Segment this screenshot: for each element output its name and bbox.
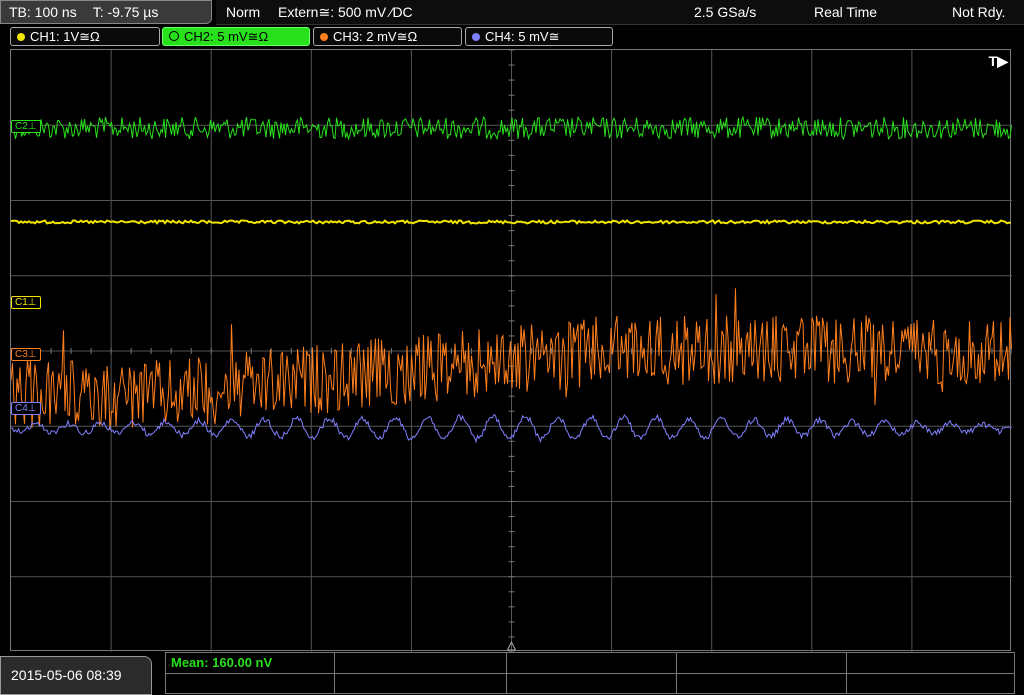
measurement-cell-divider	[676, 653, 677, 673]
timebase-label: TB: 100 ns	[9, 4, 77, 20]
measurement-cell-divider	[846, 674, 847, 693]
trigger-source[interactable]: Extern≅: 500 mV ⁄DC	[278, 0, 413, 24]
measurement-cell-divider	[676, 674, 677, 693]
ch2-dot-icon	[169, 31, 179, 41]
top-status-bar: TB: 100 ns T: -9.75 µs Norm Extern≅: 500 …	[0, 0, 1024, 26]
ch4-label: CH4: 5 mV≅	[485, 29, 560, 44]
ch4-dot-icon	[472, 33, 480, 41]
tab-ch3[interactable]: CH3: 2 mV≅Ω	[313, 27, 462, 46]
mean-measurement[interactable]: Mean: 160.00 nV	[171, 655, 272, 670]
tab-ch4[interactable]: CH4: 5 mV≅	[465, 27, 613, 46]
ch1-label: CH1: 1V≅Ω	[30, 29, 100, 44]
ch2-label: CH2: 5 mV≅Ω	[184, 29, 269, 44]
trigger-position-indicator: T▶	[988, 53, 1008, 69]
trigger-time-label: T: -9.75 µs	[92, 4, 159, 20]
tab-ch2[interactable]: CH2: 5 mV≅Ω	[162, 27, 310, 46]
datetime-display: 2015-05-06 08:39	[0, 656, 152, 695]
ch4-offset-marker[interactable]: C4⊥	[11, 402, 41, 415]
waveform-canvas	[11, 50, 1012, 652]
ch1-offset-marker[interactable]: C1⊥	[11, 296, 41, 309]
measurement-row-2	[165, 674, 1015, 694]
trigger-mode[interactable]: Norm	[226, 0, 260, 24]
ch3-dot-icon	[320, 33, 328, 41]
measurement-cell-divider	[506, 653, 507, 673]
waveform-display[interactable]	[10, 49, 1012, 652]
ready-status: Not Rdy.	[952, 4, 1006, 20]
measurement-cell-divider	[506, 674, 507, 693]
timebase-box[interactable]: TB: 100 ns T: -9.75 µs	[0, 0, 212, 24]
sample-rate: 2.5 GSa/s	[694, 4, 757, 20]
acquisition-mode: Real Time	[814, 4, 878, 20]
measurement-cell-divider	[334, 653, 335, 673]
tab-ch1[interactable]: CH1: 1V≅Ω	[10, 27, 160, 46]
ch3-label: CH3: 2 mV≅Ω	[333, 29, 418, 44]
ch3-offset-marker[interactable]: C3⊥	[11, 348, 41, 361]
measurement-cell-divider	[334, 674, 335, 693]
measurement-cell-divider	[846, 653, 847, 673]
ch2-offset-marker[interactable]: C2⊥	[11, 120, 41, 133]
ch1-dot-icon	[17, 33, 25, 41]
measurement-row: Mean: 160.00 nV	[165, 652, 1015, 674]
